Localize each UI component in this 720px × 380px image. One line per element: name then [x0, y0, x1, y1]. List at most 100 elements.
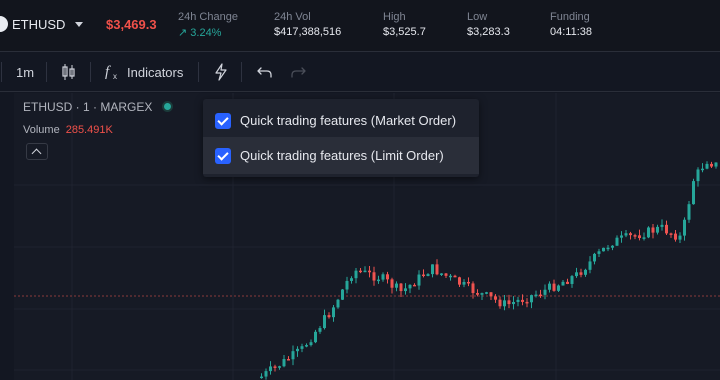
candle-body [309, 342, 313, 346]
candle-body [336, 299, 340, 308]
candle-body [561, 281, 565, 286]
candle-body [530, 295, 533, 303]
candle-body [701, 168, 704, 171]
menu-item-label: Quick trading features (Market Order) [240, 113, 457, 128]
candle-body [413, 284, 416, 287]
candle-body [660, 224, 664, 227]
candle-body [557, 285, 560, 291]
candle-body [422, 274, 425, 277]
candle-body [300, 346, 304, 349]
candle-body [318, 328, 322, 332]
candle-body [476, 293, 479, 295]
candle-body [534, 294, 538, 297]
candles-layer [14, 93, 720, 380]
candle-body [597, 251, 601, 254]
candle-body [552, 283, 556, 291]
candle-body [629, 233, 632, 236]
candle-body [543, 289, 547, 295]
candle-body [444, 273, 448, 276]
candle-body [548, 283, 551, 290]
candle-body [570, 276, 574, 284]
candle-body [638, 235, 641, 239]
volume-legend: Volume 285.491K [23, 124, 113, 136]
settings-dropdown: Quick trading features (Market Order) Qu… [203, 99, 479, 177]
candle-body [620, 235, 623, 238]
candle-body [678, 235, 682, 240]
menu-item-label: Quick trading features (Limit Order) [240, 148, 444, 163]
candle-body [260, 376, 263, 379]
candle-body [395, 283, 398, 288]
candle-body [431, 264, 434, 275]
candle-body [606, 247, 610, 250]
candle-body [471, 283, 475, 294]
candle-body [287, 359, 290, 361]
candle-body [399, 283, 403, 292]
candle-body [516, 299, 520, 302]
candle-body [503, 300, 506, 307]
candle-body [359, 270, 362, 273]
candle-body [386, 274, 389, 280]
candle-body [363, 270, 367, 273]
candle-body [593, 253, 596, 262]
candle-body [710, 163, 713, 167]
candle-body [579, 272, 583, 275]
candle-body [314, 331, 317, 343]
candle-body [494, 296, 497, 300]
candle-body [665, 224, 668, 234]
candle-body [584, 269, 587, 275]
candle-body [264, 371, 268, 377]
candle-body [647, 227, 650, 238]
checkbox-checked-icon[interactable] [215, 112, 231, 129]
candle-body [602, 247, 605, 252]
candle-body [467, 281, 470, 284]
candle-body [714, 162, 718, 167]
candle-body [611, 245, 614, 248]
menu-item-limit-order[interactable]: Quick trading features (Limit Order) [203, 137, 479, 174]
candle-body [539, 294, 542, 297]
chart-legend: ETHUSD · 1 · MARGEX [23, 100, 174, 114]
candle-body [624, 233, 628, 236]
candle-body [278, 366, 281, 368]
candle-body [426, 274, 430, 277]
checkbox-checked-icon[interactable] [215, 147, 231, 164]
candle-body [282, 359, 286, 367]
candle-body [327, 315, 331, 318]
candle-body [656, 226, 659, 233]
candle-body [350, 278, 353, 281]
chart-title: ETHUSD · 1 · MARGEX [23, 100, 153, 114]
candle-body [453, 275, 457, 278]
candle-body [291, 351, 295, 360]
candle-body [381, 274, 385, 280]
candle-body [435, 264, 439, 275]
candle-body [525, 301, 529, 304]
candle-body [440, 273, 443, 275]
candle-body [305, 345, 308, 347]
candle-body [273, 366, 277, 368]
candle-body [633, 235, 637, 237]
candle-body [485, 292, 488, 294]
candle-body [368, 270, 371, 273]
volume-value: 285.491K [65, 124, 113, 136]
candle-body [354, 270, 358, 279]
candle-body [498, 299, 502, 307]
market-status-icon [162, 101, 174, 112]
candle-body [692, 181, 695, 205]
candle-body [377, 279, 380, 282]
candle-body [669, 233, 673, 235]
candle-body [507, 300, 511, 305]
candle-body [696, 169, 700, 182]
collapse-legend-button[interactable] [26, 143, 48, 160]
candle-body [390, 279, 394, 288]
candle-body [674, 233, 677, 240]
candle-body [651, 227, 655, 233]
candle-body [408, 284, 412, 289]
candle-body [417, 274, 421, 286]
candle-body [642, 237, 646, 239]
candle-body [575, 272, 578, 277]
candle-body [683, 219, 686, 236]
menu-item-market-order[interactable]: Quick trading features (Market Order) [203, 102, 479, 139]
candle-body [566, 281, 569, 284]
candle-body [521, 299, 524, 302]
candle-body [512, 301, 515, 305]
candle-body [332, 307, 335, 318]
